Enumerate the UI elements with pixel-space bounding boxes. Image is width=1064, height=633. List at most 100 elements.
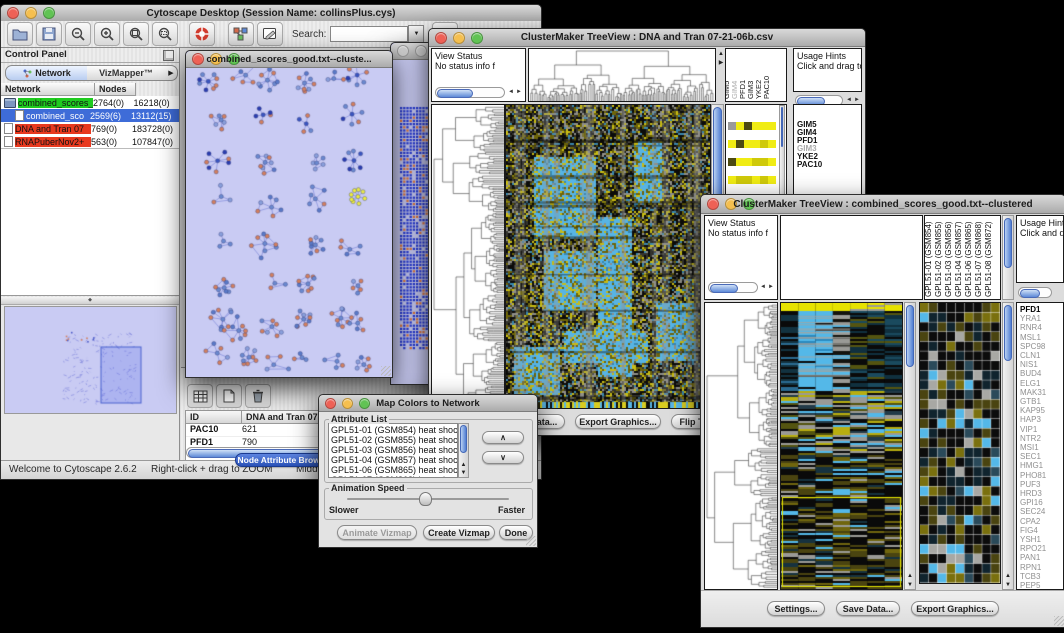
tv2-column-label[interactable]: GPL51-02 (GSM855) <box>934 221 943 297</box>
tv2-row-label[interactable]: MSI1 <box>1020 443 1063 452</box>
birdseye-canvas[interactable] <box>4 306 177 414</box>
col-header-network[interactable]: Network <box>1 83 95 96</box>
tv2-column-label[interactable]: GPL51-06 (GSM865) <box>964 221 973 297</box>
network-window-titlebar[interactable]: combined_scores_good.txt--cluste... <box>186 51 392 68</box>
scroll-down-arrow[interactable]: ▼ <box>905 582 915 588</box>
attribute-list-item[interactable]: GPL51-07 (GSM868) heat shock 60 min <box>331 475 457 478</box>
network-list-row[interactable]: combined_sco2569(6)13112(15) <box>1 109 179 122</box>
annotation-icon[interactable] <box>257 22 283 46</box>
resize-grip[interactable] <box>526 536 536 546</box>
tv2-row-label[interactable]: RPO21 <box>1020 544 1063 553</box>
attribute-list-item[interactable]: GPL51-01 (GSM854) heat shock 05 min <box>331 425 457 435</box>
tv2-settings-button[interactable]: Settings... <box>767 601 825 616</box>
scroll-left-arrow[interactable]: ◄ <box>760 282 766 293</box>
scroll-down-arrow[interactable]: ▼ <box>459 470 468 476</box>
attribute-list-vscrollbar[interactable]: ▲ ▼ <box>458 423 469 478</box>
attribute-listbox[interactable]: GPL51-01 (GSM854) heat shock 05 minGPL51… <box>328 423 458 478</box>
tv2-zoom-vscrollbar[interactable]: ▲ ▼ <box>1002 302 1014 590</box>
network-list-row[interactable]: RNAPuberNov2+563(0)107847(0) <box>1 135 179 148</box>
search-dropdown-arrow[interactable]: ▼ <box>408 25 424 43</box>
delete-attribute-icon[interactable] <box>245 384 271 408</box>
tv1-heatmap[interactable] <box>506 105 710 408</box>
tv2-row-label[interactable]: ELG1 <box>1020 379 1063 388</box>
network-canvas[interactable] <box>187 68 391 376</box>
tv2-row-label[interactable]: RNR4 <box>1020 323 1063 332</box>
tv2-column-label[interactable]: GPL51-03 (GSM856) <box>944 221 953 297</box>
tv1-column-dendrogram[interactable] <box>529 49 715 101</box>
tv2-row-label[interactable]: HRD3 <box>1020 489 1063 498</box>
tv2-row-label[interactable]: PAN1 <box>1020 553 1063 562</box>
scroll-up-arrow[interactable]: ▲ <box>459 462 468 468</box>
data-col-id[interactable]: ID <box>186 411 242 424</box>
tv2-row-label[interactable]: MSL1 <box>1020 333 1063 342</box>
tv2-status-scrollbar[interactable] <box>708 282 758 293</box>
tv2-zoom-heatmap[interactable] <box>920 303 1000 583</box>
vizmapper-icon[interactable] <box>228 22 254 46</box>
attribute-list-item[interactable]: GPL51-02 (GSM855) heat shock 10 min <box>331 435 457 445</box>
tv2-column-label[interactable]: GPL51-07 (GSM868) <box>974 221 983 297</box>
tv2-row-dendrogram[interactable] <box>705 303 777 589</box>
tv2-column-label[interactable]: GPL51-08 (GSM872) <box>984 221 993 297</box>
scroll-right-arrow[interactable]: ► <box>768 282 774 293</box>
tv2-row-label[interactable]: CLN1 <box>1020 351 1063 360</box>
tv1-status-scrollbar[interactable] <box>435 87 505 98</box>
tv2-collabel-vscrollbar[interactable] <box>1002 215 1014 300</box>
tv1-row-label[interactable]: PAC10 <box>797 161 861 169</box>
attribute-list-item[interactable]: GPL51-03 (GSM856) heat shock 15 min <box>331 445 457 455</box>
tv2-row-label[interactable]: VIP1 <box>1020 425 1063 434</box>
tab-network[interactable]: Network <box>5 65 89 81</box>
minimize-button[interactable] <box>415 45 427 57</box>
attribute-list-item[interactable]: GPL51-06 (GSM865) heat shock 40 min <box>331 465 457 475</box>
tv1-col-nav-up[interactable]: ▲ <box>717 51 725 57</box>
treeview1-titlebar[interactable]: ClusterMaker TreeView : DNA and Tran 07-… <box>429 29 865 47</box>
tv1-export-graphics-button[interactable]: Export Graphics... <box>575 414 661 429</box>
tv2-row-label[interactable]: NTR2 <box>1020 434 1063 443</box>
save-session-button[interactable] <box>36 22 62 46</box>
resize-grip[interactable] <box>1054 616 1064 626</box>
tv2-heatmap-vscrollbar[interactable]: ▲ ▼ <box>904 302 916 590</box>
dialog-titlebar[interactable]: Map Colors to Network <box>319 395 537 412</box>
tv2-row-label[interactable]: HAP3 <box>1020 415 1063 424</box>
animate-vizmap-button[interactable]: Animate Vizmap <box>337 525 417 540</box>
main-titlebar[interactable]: Cytoscape Desktop (Session Name: collins… <box>1 5 541 22</box>
scroll-right-arrow[interactable]: ► <box>516 87 522 98</box>
open-file-button[interactable] <box>7 22 33 46</box>
tv2-row-label[interactable]: RPN1 <box>1020 563 1063 572</box>
tv2-row-label[interactable]: YSH1 <box>1020 535 1063 544</box>
close-button[interactable] <box>397 45 409 57</box>
tv2-row-label[interactable]: SEC24 <box>1020 507 1063 516</box>
tv2-row-label[interactable]: SPC98 <box>1020 342 1063 351</box>
tab-overflow-button[interactable]: ▶ <box>165 65 178 81</box>
tv2-usage-scrollbar[interactable] <box>1018 287 1052 298</box>
tv2-row-label[interactable]: PHO81 <box>1020 471 1063 480</box>
col-header-nodes[interactable]: Nodes <box>95 83 136 96</box>
tv2-row-label[interactable]: FIG4 <box>1020 526 1063 535</box>
move-up-button[interactable]: ∧ <box>482 431 524 444</box>
zoom-selected-icon[interactable] <box>123 22 149 46</box>
tv1-col-nav[interactable]: ▶ <box>717 59 725 66</box>
scroll-left-arrow[interactable]: ◄ <box>508 87 514 98</box>
zoom-out-icon[interactable] <box>65 22 91 46</box>
tv2-heatmap[interactable] <box>781 303 902 589</box>
tv2-row-label[interactable]: BUD4 <box>1020 369 1063 378</box>
tv2-row-label[interactable]: PEP5 <box>1020 581 1063 590</box>
tv2-row-label[interactable]: HMG1 <box>1020 461 1063 470</box>
create-vizmap-button[interactable]: Create Vizmap <box>423 525 495 540</box>
attribute-table-icon[interactable] <box>187 384 213 408</box>
network-list-row[interactable]: DNA and Tran 07769(0)183728(0) <box>1 122 179 135</box>
tv2-row-label[interactable]: CPA2 <box>1020 517 1063 526</box>
tv2-row-label[interactable]: MAK31 <box>1020 388 1063 397</box>
scroll-up-arrow[interactable]: ▲ <box>1003 573 1013 579</box>
resize-grip[interactable] <box>381 366 391 376</box>
tv2-row-label[interactable]: YRA1 <box>1020 314 1063 323</box>
tv2-row-label[interactable]: KAP95 <box>1020 406 1063 415</box>
float-panel-icon[interactable] <box>163 50 174 61</box>
tab-vizmapper[interactable]: VizMapper™ <box>87 65 166 81</box>
tv2-column-dendrogram-panel[interactable] <box>780 215 923 300</box>
tv2-column-label[interactable]: GPL51-01 (GSM854) <box>924 221 933 297</box>
zoom-in-icon[interactable] <box>94 22 120 46</box>
node-attribute-browser-tab[interactable]: Node Attribute Brows <box>235 453 327 467</box>
tv2-row-label[interactable]: GTB1 <box>1020 397 1063 406</box>
tv1-column-label[interactable]: PAC10 <box>762 76 771 99</box>
tv2-column-label[interactable]: GPL51-04 (GSM857) <box>954 221 963 297</box>
